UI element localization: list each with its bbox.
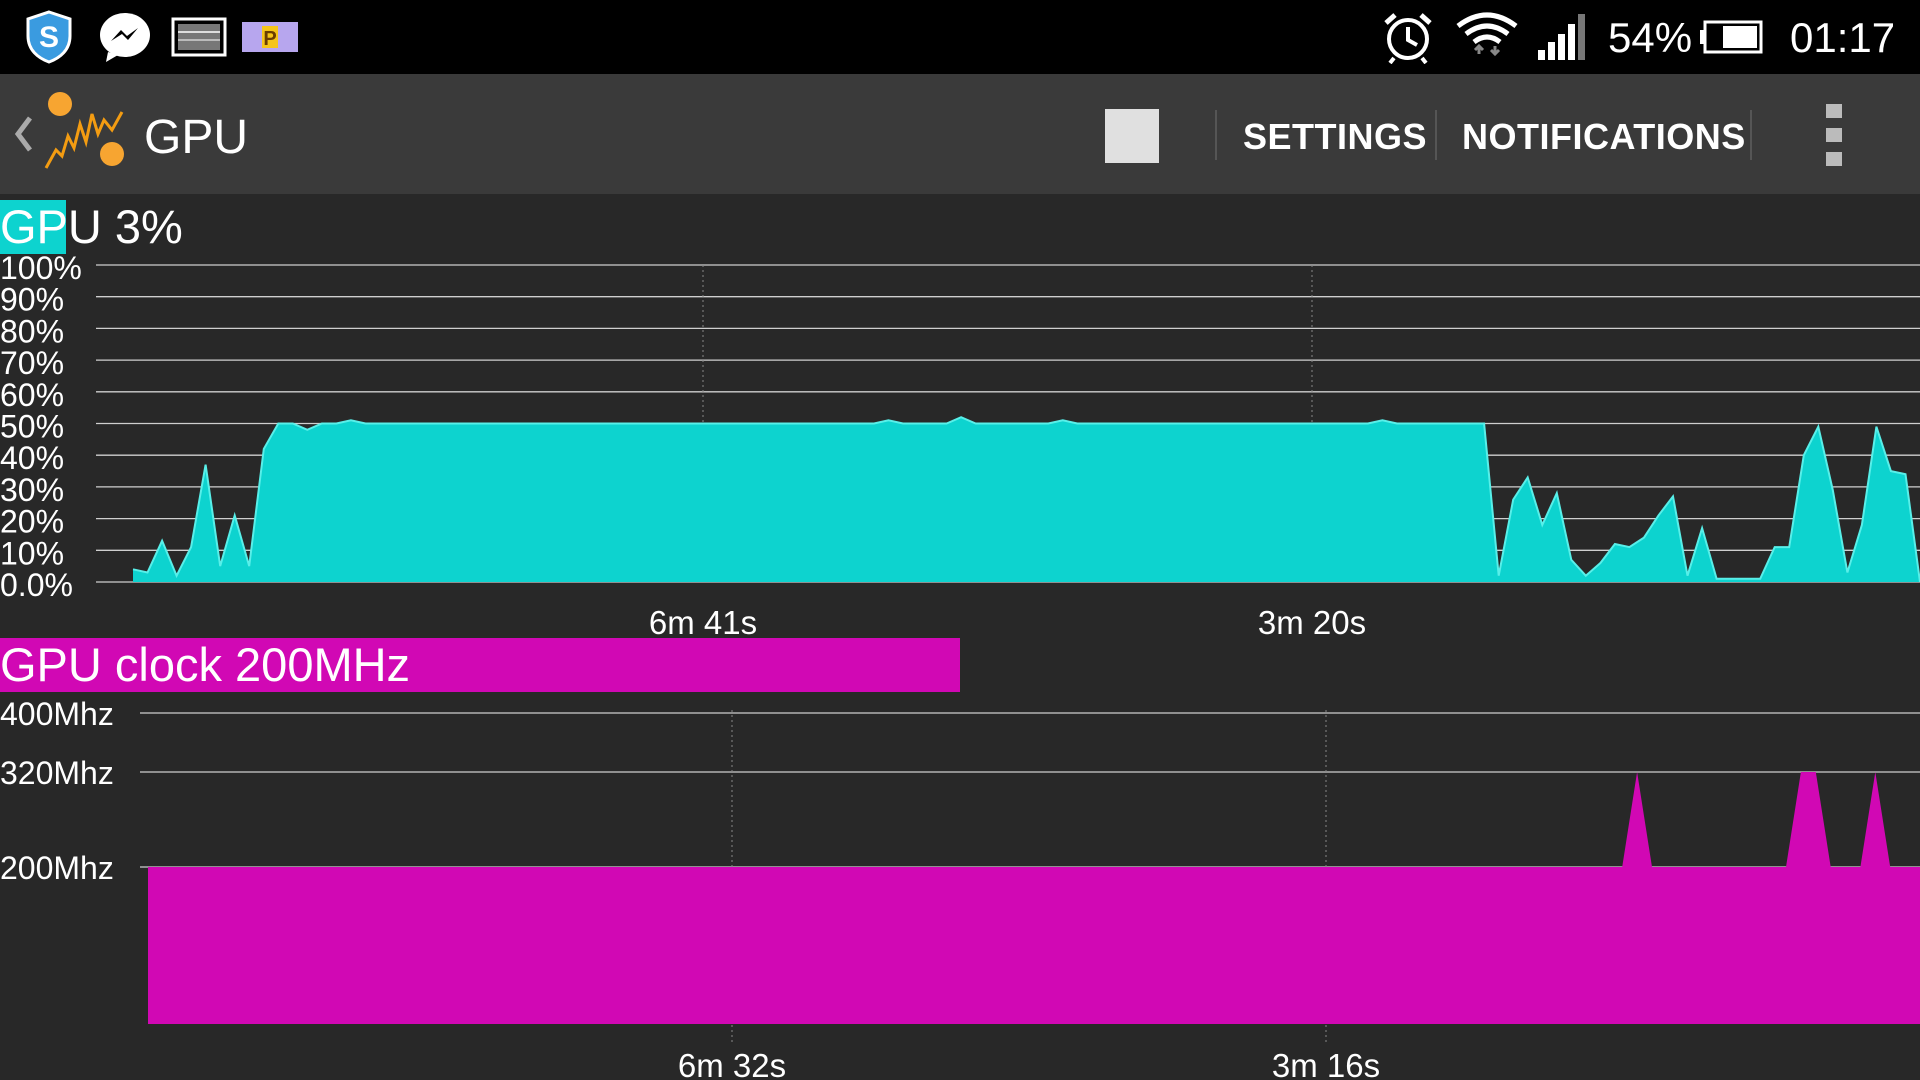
battery-icon: [1700, 20, 1763, 54]
wifi-icon: [1456, 12, 1518, 57]
gpu-usage-chart: 100%90%80%70%60%50%40%30%20%10%0.0% 6m 4…: [0, 255, 1920, 641]
action-divider: [1435, 110, 1437, 160]
overflow-menu-icon: [1826, 104, 1842, 166]
app-logo-icon: [44, 92, 124, 169]
alarm-icon: [1384, 13, 1432, 64]
gpu-usage-area: [133, 417, 1920, 582]
svg-text:S: S: [39, 21, 59, 54]
signal-icon: [1538, 14, 1585, 60]
shield-icon: S: [26, 10, 72, 64]
svg-text:P: P: [263, 28, 276, 50]
stop-icon: [1105, 109, 1159, 163]
overflow-menu-button[interactable]: [1810, 98, 1860, 172]
gpu-usage-y-tick: 0.0%: [0, 567, 73, 603]
gpu-usage-y-tick: 50%: [0, 409, 64, 445]
gpu-clock-title-text: GPU clock 200MHz: [0, 638, 411, 691]
gpu-clock-y-tick: 400Mhz: [0, 696, 114, 732]
settings-button[interactable]: SETTINGS: [1243, 116, 1427, 158]
gpu-usage-y-tick: 70%: [0, 345, 64, 381]
action-divider: [1215, 110, 1217, 160]
action-bar: GPU SETTINGS NOTIFICATIONS: [0, 74, 1920, 194]
battery-percent: 54%: [1608, 14, 1693, 61]
gpu-usage-y-tick: 30%: [0, 472, 64, 508]
gpu-clock-area: [148, 772, 1920, 1024]
home-up-button[interactable]: GPU: [0, 74, 250, 194]
gpu-usage-title: GPU 3%: [0, 200, 700, 254]
notifications-button[interactable]: NOTIFICATIONS: [1462, 116, 1746, 158]
gpu-usage-y-tick: 60%: [0, 377, 64, 413]
screenshot-icon: [171, 17, 227, 57]
back-chevron-icon: [14, 116, 32, 152]
gpu-usage-y-tick: 40%: [0, 440, 64, 476]
gpu-clock-y-tick: 320Mhz: [0, 755, 114, 791]
gpu-usage-y-tick: 10%: [0, 535, 64, 571]
messenger-icon: [100, 13, 150, 62]
gpu-usage-y-tick: 90%: [0, 282, 64, 318]
gpu-usage-y-tick: 20%: [0, 504, 64, 540]
gpu-clock-title: GPU clock 200MHz: [0, 638, 960, 692]
gpu-clock-y-tick: 200Mhz: [0, 850, 114, 886]
gpu-usage-x-tick: 6m 41s: [649, 604, 757, 641]
gpu-usage-title-text: GPU 3%: [0, 200, 183, 253]
p-app-icon: P: [242, 22, 298, 52]
gpu-clock-chart: 400Mhz 320Mhz 200Mhz 6m 32s 3m 16s: [0, 696, 1920, 1080]
stop-button[interactable]: [1100, 104, 1162, 166]
status-bar: S P 54% 01:17: [0, 0, 1920, 74]
clock: 01:17: [1790, 14, 1896, 61]
gpu-usage-y-tick: 80%: [0, 313, 64, 349]
action-divider: [1750, 110, 1752, 160]
gpu-usage-x-tick: 3m 20s: [1258, 604, 1366, 641]
gpu-clock-x-tick: 6m 32s: [678, 1047, 786, 1080]
gpu-clock-x-tick: 3m 16s: [1272, 1047, 1380, 1080]
page-title: GPU: [144, 111, 249, 164]
